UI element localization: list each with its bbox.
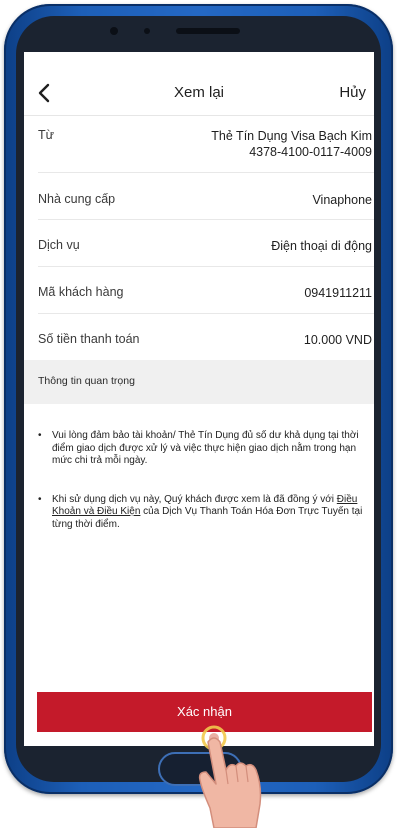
service-value: Điện thoại di động [271,239,372,253]
provider-value: Vinaphone [312,193,372,207]
provider-label: Nhà cung cấp [38,192,116,206]
tap-hand-icon [198,725,262,828]
from-label: Từ [38,128,55,142]
card-number: 4378-4100-0117-4009 [249,145,372,159]
note-terms: • Khi sử dụng dịch vụ này, Quý khách đượ… [38,494,364,532]
proximity-sensor [144,28,150,34]
bullet-icon: • [38,430,42,441]
service-row: Dịch vụ Điện thoại di động [38,220,374,267]
provider-row: Nhà cung cấp Vinaphone [38,173,374,220]
amount-row: Số tiền thanh toán 10.000 VND [38,314,374,360]
important-notes: • Vui lòng đảm bảo tài khoản/ Thẻ Tín Dụ… [38,430,364,557]
from-row: Từ Thẻ Tín Dụng Visa Bạch Kim 4378-4100-… [38,117,374,173]
card-name: Thẻ Tín Dụng Visa Bạch Kim [211,129,372,143]
earpiece-speaker [176,28,240,34]
app-screen: Xem lại Hủy Từ Thẻ Tín Dụng Visa Bạch Ki… [24,52,374,746]
page-title: Xem lại [173,84,225,101]
customer-code-row: Mã khách hàng 0941911211 [38,267,374,314]
from-value: Thẻ Tín Dụng Visa Bạch Kim 4378-4100-011… [211,128,372,160]
service-label: Dịch vụ [38,238,80,252]
front-camera [110,27,118,35]
note-terms-text-before: Khi sử dụng dịch vụ này, Quý khách được … [52,493,337,505]
important-info-title: Thông tin quan trọng [38,375,135,387]
customer-code-label: Mã khách hàng [38,285,124,299]
bullet-icon: • [38,493,42,505]
amount-label: Số tiền thanh toán [38,332,140,346]
important-info-header: Thông tin quan trọng [24,360,374,404]
note-balance: • Vui lòng đảm bảo tài khoản/ Thẻ Tín Dụ… [38,430,364,468]
note-balance-text: Vui lòng đảm bảo tài khoản/ Thẻ Tín Dụng… [52,430,359,466]
amount-value: 10.000 VND [303,333,372,347]
header-bar: Xem lại Hủy [24,70,374,116]
cancel-button[interactable]: Hủy [339,84,366,101]
customer-code-value: 0941911211 [304,286,372,300]
